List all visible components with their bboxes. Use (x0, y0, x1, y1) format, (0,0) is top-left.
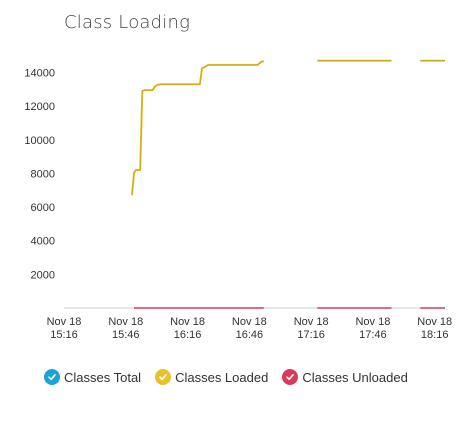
y-tick-label: 6000 (31, 202, 55, 214)
checkmark-icon (282, 369, 299, 385)
y-tick-label: 10000 (24, 135, 55, 147)
x-tick-label-date: Nov 18 (108, 316, 143, 328)
x-tick-label-date: Nov 18 (417, 316, 452, 328)
x-tick-label-time: 18:16 (421, 329, 449, 341)
series-lines (131, 59, 445, 309)
class-loading-card: Class Loading 2000 4000 6000 8000 10000 12000… (0, 0, 462, 423)
y-tick-label: 12000 (24, 101, 55, 113)
series-line-classes-loaded-core (131, 61, 264, 196)
y-tick-label: 4000 (31, 236, 55, 248)
x-tick-label-date: Nov 18 (232, 316, 267, 328)
checkmark-icon (155, 369, 172, 385)
y-axis-ticks: 2000 4000 6000 8000 10000 12000 14000 (24, 67, 55, 281)
x-tick-label-time: 16:46 (236, 329, 264, 341)
checkmark-icon (44, 369, 60, 385)
x-tick-label-time: 15:16 (50, 329, 78, 341)
x-tick-label-date: Nov 18 (47, 316, 82, 328)
y-tick-label: 8000 (31, 168, 55, 180)
legend-label: Classes Total (64, 369, 142, 385)
legend-item-classes-unloaded[interactable]: Classes Unloaded (282, 369, 408, 385)
legend-label: Classes Loaded (175, 369, 269, 385)
x-axis-ticks: Nov 1815:16Nov 1815:46Nov 1816:16Nov 181… (47, 316, 453, 341)
x-tick-label-date: Nov 18 (355, 316, 390, 328)
class-loading-chart: 2000400060008000100001200014000 Nov 1815… (24, 59, 453, 341)
chart-legend: Classes Total Classes Loaded Classes Unloa… (44, 369, 408, 385)
y-tick-label: 2000 (31, 269, 55, 281)
x-tick-label-time: 17:46 (359, 329, 387, 341)
legend-item-classes-loaded[interactable]: Classes Loaded (155, 369, 268, 385)
x-tick-label-time: 15:46 (112, 329, 140, 341)
x-tick-label-time: 17:16 (297, 329, 325, 341)
series-line-classes-loaded (131, 60, 264, 196)
x-tick-label-time: 16:16 (174, 329, 202, 341)
x-tick-label-date: Nov 18 (170, 316, 205, 328)
legend-label: Classes Unloaded (302, 369, 408, 385)
y-tick-label: 14000 (24, 67, 55, 79)
x-tick-label-date: Nov 18 (294, 316, 329, 328)
legend-item-classes-total[interactable]: Classes Total (44, 369, 141, 385)
